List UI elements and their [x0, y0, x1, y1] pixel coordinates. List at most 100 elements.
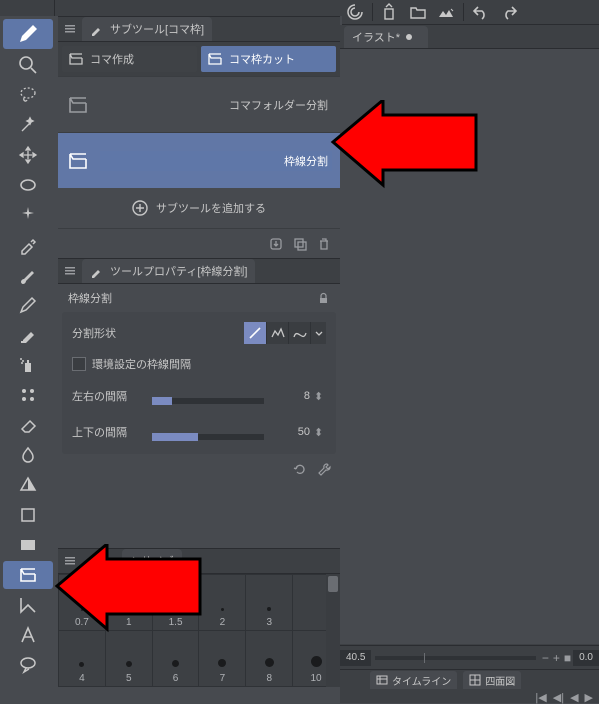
shape-dropdown-button[interactable] — [310, 322, 326, 344]
duplicate-icon[interactable] — [292, 236, 308, 252]
canvas-main[interactable] — [340, 49, 599, 644]
tool-pencil[interactable] — [3, 291, 53, 319]
brush-cell[interactable]: 6 — [152, 631, 199, 687]
quadview-tab-label: 四面図 — [485, 673, 515, 688]
subtool-toolbar: コマ作成 コマ枠カット — [58, 42, 340, 76]
tool-pattern[interactable] — [3, 381, 53, 409]
v-spacing-label: 上下の間隔 — [72, 424, 152, 440]
tool-fill[interactable] — [3, 501, 53, 529]
canvas-tab[interactable]: イラスト* — [344, 26, 428, 48]
tool-rect[interactable] — [3, 531, 53, 559]
spinner-icon[interactable]: ⬍ — [314, 426, 326, 439]
page-up-icon[interactable] — [377, 1, 403, 23]
subtool-tab-cut[interactable]: コマ枠カット — [201, 46, 336, 72]
zoom-out-button[interactable]: − — [542, 651, 549, 665]
tool-text[interactable] — [3, 621, 53, 649]
frame-cut-icon — [207, 51, 223, 67]
tool-brush[interactable] — [3, 261, 53, 289]
skip-start-icon[interactable]: |◀ — [535, 691, 546, 704]
swirl-icon[interactable] — [342, 1, 368, 23]
tool-eyedropper[interactable] — [3, 231, 53, 259]
tool-pen[interactable] — [3, 19, 53, 49]
mountain-icon[interactable] — [433, 1, 459, 23]
tool-frame[interactable] — [3, 561, 53, 589]
tool-wand[interactable] — [3, 111, 53, 139]
subtool-footer — [58, 228, 340, 258]
brush-header: シサイズ — [58, 548, 340, 574]
play-icon[interactable]: ▶ — [585, 691, 593, 704]
spinner-icon[interactable]: ⬍ — [314, 390, 326, 403]
subtool-item-label: 枠線分割 — [100, 151, 332, 171]
env-spacing-row[interactable]: 環境設定の枠線間隔 — [72, 350, 326, 378]
zoom-fit-button[interactable]: ■ — [564, 651, 571, 665]
zoom-left-value[interactable]: 40.5 — [340, 650, 371, 666]
brush-small-icon — [90, 22, 104, 36]
zoom-in-button[interactable]: + — [553, 651, 560, 665]
play-back-icon[interactable]: ◀ — [570, 691, 578, 704]
zoom-slider[interactable] — [375, 656, 535, 660]
add-subtool-label: サブツールを追加する — [156, 200, 266, 216]
brush-cell[interactable]: 1.5 — [152, 575, 199, 631]
wrench-icon[interactable] — [316, 461, 332, 477]
property-footer — [58, 454, 340, 484]
panel-menu-icon[interactable] — [58, 259, 82, 283]
tool-ellipse[interactable] — [3, 171, 53, 199]
env-spacing-label: 環境設定の枠線間隔 — [92, 356, 191, 372]
subtool-item-label: コマフォルダー分割 — [100, 97, 332, 113]
brush-cell[interactable]: 8 — [246, 631, 293, 687]
undo-icon[interactable] — [468, 1, 494, 23]
brush-cell[interactable]: 5 — [105, 631, 152, 687]
shape-line-button[interactable] — [244, 322, 266, 344]
v-spacing-value: 50 — [264, 426, 314, 438]
tool-gradient[interactable] — [3, 471, 53, 499]
tool-lasso[interactable] — [3, 81, 53, 109]
tool-magnify[interactable] — [3, 51, 53, 79]
subtool-item-folder-split[interactable]: コマフォルダー分割 — [58, 76, 340, 132]
panel-menu-icon[interactable] — [58, 549, 82, 573]
property-tab[interactable]: ツールプロパティ[枠線分割] — [82, 259, 255, 283]
import-icon[interactable] — [268, 236, 284, 252]
brush-cell[interactable]: 3 — [246, 575, 293, 631]
brush-scrollbar[interactable] — [326, 574, 340, 687]
tool-ruler[interactable] — [3, 591, 53, 619]
v-spacing-row: 上下の間隔 50 ⬍ — [72, 414, 326, 450]
subtool-tab-create[interactable]: コマ作成 — [62, 46, 197, 72]
quadview-tab[interactable]: 四面図 — [463, 671, 521, 689]
v-spacing-slider[interactable] — [152, 434, 264, 440]
tool-marker[interactable] — [3, 321, 53, 349]
brush-cell[interactable]: 1 — [105, 575, 152, 631]
h-spacing-slider[interactable] — [152, 398, 264, 404]
redo-icon[interactable] — [496, 1, 522, 23]
brush-cell[interactable]: 4 — [59, 631, 106, 687]
canvas-tab-label: イラスト* — [352, 29, 400, 45]
tool-sparkle[interactable] — [3, 201, 53, 229]
subtool-item-border-split[interactable]: 枠線分割 — [58, 132, 340, 188]
add-subtool-button[interactable]: サブツールを追加する — [58, 188, 340, 228]
tool-move[interactable] — [3, 141, 53, 169]
checkbox-icon[interactable] — [72, 357, 86, 371]
brush-cell[interactable]: 2 — [199, 575, 246, 631]
subtool-tab-create-label: コマ作成 — [90, 51, 134, 67]
brush-tab[interactable]: シサイズ — [122, 549, 182, 573]
property-title: ツールプロパティ[枠線分割] — [110, 263, 247, 279]
folder-icon[interactable] — [405, 1, 431, 23]
tool-balloon[interactable] — [3, 651, 53, 679]
trash-icon[interactable] — [316, 236, 332, 252]
brush-cell[interactable]: 7 — [199, 631, 246, 687]
reset-icon[interactable] — [292, 461, 308, 477]
zoom-right-value[interactable]: 0.0 — [573, 650, 599, 666]
timeline-controls: |◀ ◀| ◀ ▶ — [340, 690, 599, 704]
timeline-tabs: タイムライン 四面図 — [340, 670, 599, 690]
subtool-tab[interactable]: サブツール[コマ枠] — [82, 17, 212, 41]
shape-curve-button[interactable] — [288, 322, 310, 344]
lock-icon[interactable] — [317, 292, 330, 305]
prev-icon[interactable]: ◀| — [553, 691, 564, 704]
tool-spray[interactable] — [3, 351, 53, 379]
tool-eraser[interactable] — [3, 411, 53, 439]
tool-blur[interactable] — [3, 441, 53, 469]
panel-menu-icon[interactable] — [58, 17, 82, 41]
brush-cell[interactable]: 0.7 — [59, 575, 106, 631]
timeline-tab[interactable]: タイムライン — [370, 671, 457, 689]
tool-sidebar — [0, 17, 55, 703]
shape-polyline-button[interactable] — [266, 322, 288, 344]
